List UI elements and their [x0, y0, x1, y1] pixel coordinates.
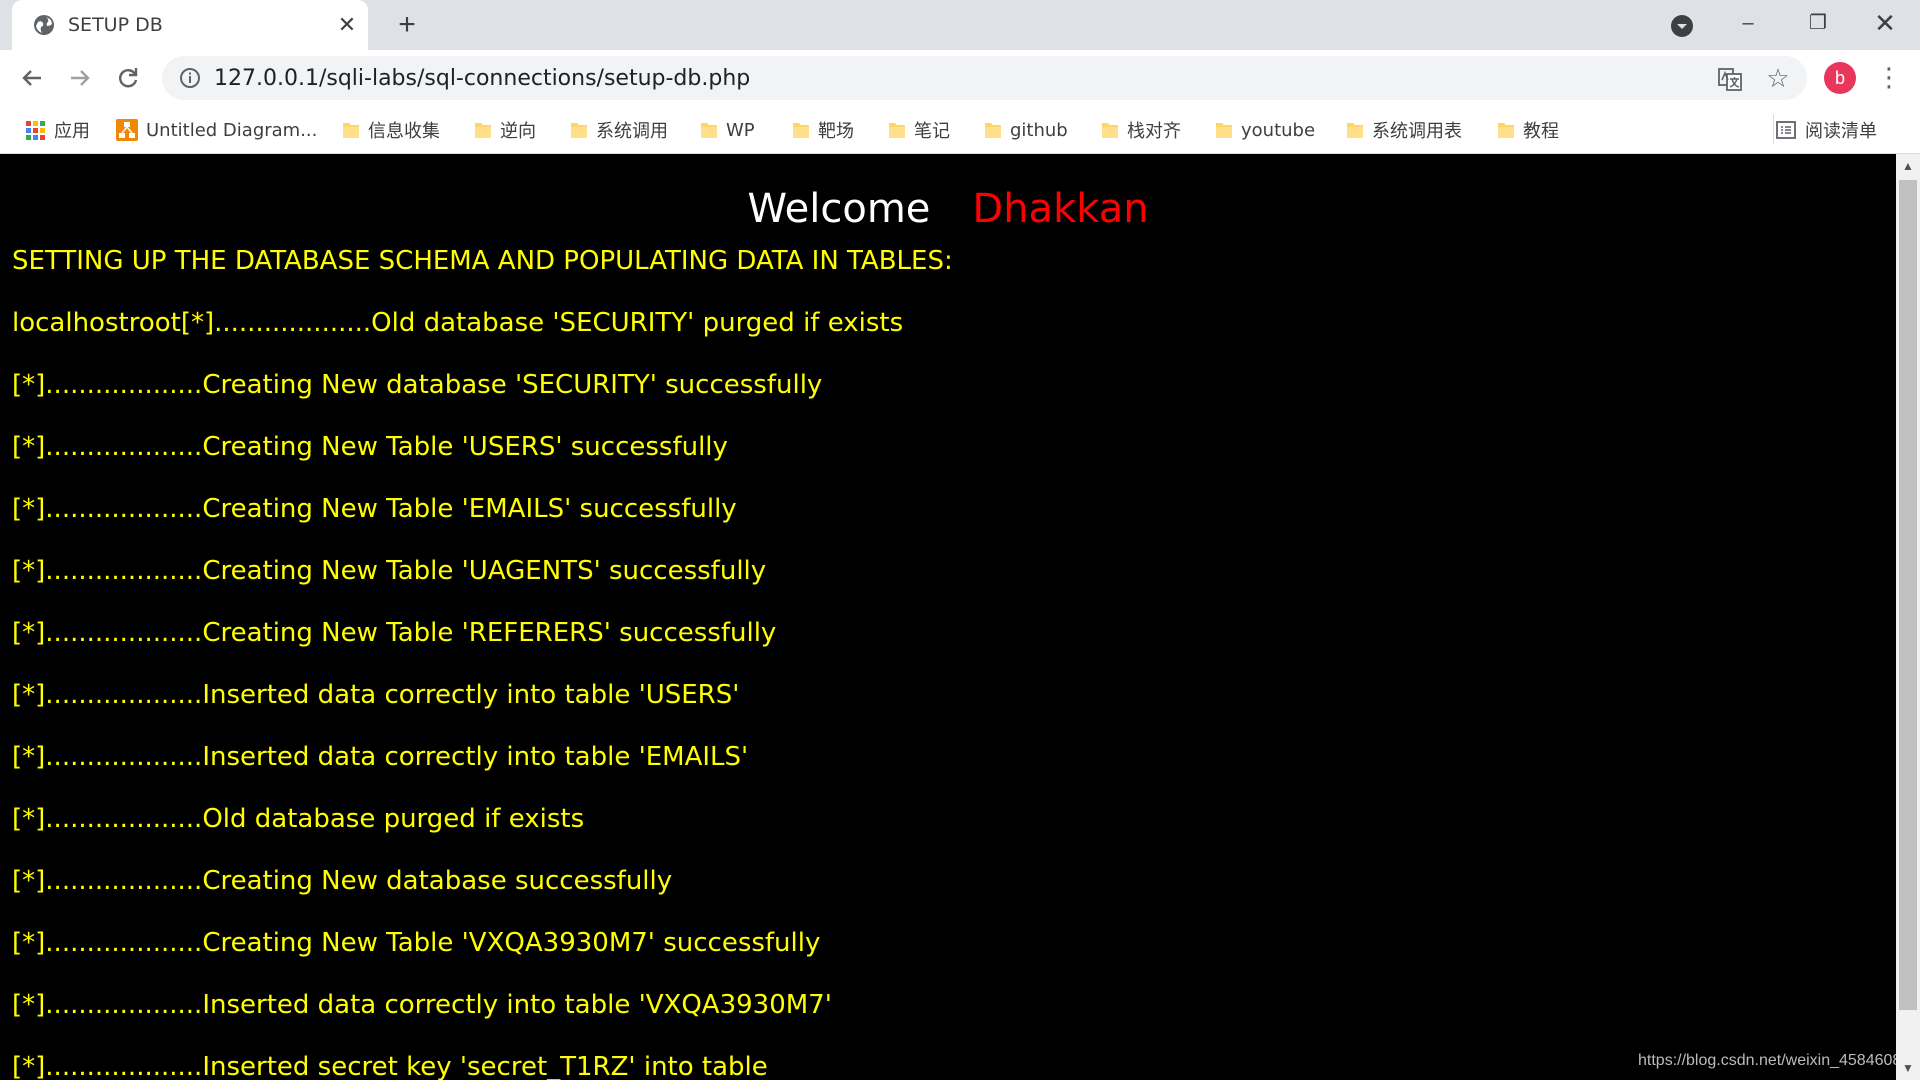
- close-window-button[interactable]: ✕: [1870, 8, 1900, 38]
- page-scrollbar[interactable]: ▲ ▼: [1896, 154, 1920, 1080]
- bookmark-label: 系统调用表: [1372, 121, 1462, 142]
- back-arrow-icon[interactable]: [16, 62, 48, 94]
- reload-icon[interactable]: [112, 62, 144, 94]
- bookmark-item[interactable]: 栈对齐: [1101, 116, 1181, 144]
- bookmark-label: 笔记: [914, 121, 950, 142]
- setup-log: SETTING UP THE DATABASE SCHEMA AND POPUL…: [12, 246, 953, 1080]
- bookmark-item[interactable]: 笔记: [888, 116, 950, 144]
- folder-icon: [1498, 123, 1514, 138]
- bookmark-item[interactable]: 系统调用表: [1346, 116, 1462, 144]
- bookmark-label: 信息收集: [368, 121, 440, 142]
- bookmark-label: 逆向: [500, 121, 536, 142]
- log-line: [*]...................Inserted secret ke…: [12, 1052, 768, 1080]
- bookmark-item[interactable]: youtube: [1215, 116, 1315, 144]
- address-bar[interactable]: 127.0.0.1/sqli-labs/sql-connections/setu…: [162, 56, 1807, 100]
- tab-close-icon[interactable]: ✕: [334, 12, 360, 38]
- tab-search-icon[interactable]: [1670, 14, 1694, 38]
- folder-icon: [1347, 123, 1363, 138]
- url-input[interactable]: 127.0.0.1/sqli-labs/sql-connections/setu…: [214, 66, 750, 91]
- bookmark-label: 系统调用: [596, 121, 668, 142]
- scroll-thumb[interactable]: [1899, 180, 1917, 1010]
- log-line: [*]...................Creating New Table…: [12, 618, 777, 648]
- log-line: [*]...................Inserted data corr…: [12, 680, 740, 710]
- profile-avatar[interactable]: b: [1824, 62, 1856, 94]
- log-line: [*]...................Creating New datab…: [12, 370, 823, 400]
- log-line: [*]...................Old database purge…: [12, 804, 585, 834]
- reading-list-label: 阅读清单: [1805, 121, 1877, 142]
- minimize-button[interactable]: –: [1733, 8, 1763, 38]
- log-line: [*]...................Creating New datab…: [12, 866, 673, 896]
- apps-icon: [24, 119, 46, 141]
- bookmark-label: Untitled Diagram...: [146, 119, 318, 141]
- bookmark-star-icon[interactable]: ☆: [1764, 64, 1792, 92]
- bookmark-item[interactable]: 信息收集: [342, 116, 440, 144]
- bookmark-item[interactable]: github: [984, 116, 1068, 144]
- kebab-menu-icon[interactable]: ⋮: [1876, 62, 1902, 94]
- bookmarks-bar: 应用 Untitled Diagram... 信息收集 逆向 系统调用 WP 靶场 笔记 git…: [0, 106, 1920, 154]
- folder-icon: [701, 123, 717, 138]
- welcome-name: Dhakkan: [972, 186, 1149, 232]
- folder-icon: [793, 123, 809, 138]
- restore-button[interactable]: ❐: [1803, 8, 1833, 38]
- page-content: Welcome Dhakkan SETTING UP THE DATABASE S…: [0, 154, 1896, 1080]
- log-line: [*]...................Creating New Table…: [12, 494, 737, 524]
- bookmark-item[interactable]: WP: [700, 116, 755, 144]
- bookmark-item[interactable]: 逆向: [474, 116, 536, 144]
- reading-list-button[interactable]: 阅读清单: [1775, 116, 1877, 144]
- log-line: [*]...................Creating New Table…: [12, 432, 728, 462]
- welcome-word: Welcome: [747, 186, 931, 232]
- log-line: [*]...................Inserted data corr…: [12, 990, 832, 1020]
- bookmark-label: 靶场: [818, 121, 854, 142]
- log-line: localhostroot[*]...................Old d…: [12, 308, 904, 338]
- site-info-icon[interactable]: [178, 66, 202, 90]
- bookmark-label: WP: [726, 119, 755, 141]
- tab-setup-db[interactable]: SETUP DB ✕: [12, 0, 368, 50]
- forward-arrow-icon[interactable]: [64, 62, 96, 94]
- bookmark-item[interactable]: Untitled Diagram...: [116, 116, 317, 144]
- welcome-heading: Welcome Dhakkan: [0, 186, 1896, 232]
- bookmark-item[interactable]: 应用: [24, 116, 90, 144]
- scroll-down-arrow-icon[interactable]: ▼: [1896, 1056, 1920, 1080]
- toolbar: 127.0.0.1/sqli-labs/sql-connections/setu…: [0, 50, 1920, 106]
- globe-icon: [34, 15, 54, 35]
- new-tab-button[interactable]: +: [392, 10, 422, 40]
- watermark: https://blog.csdn.net/weixin_4584608: [1638, 1052, 1896, 1069]
- log-line: SETTING UP THE DATABASE SCHEMA AND POPUL…: [12, 246, 953, 276]
- log-line: [*]...................Creating New Table…: [12, 928, 821, 958]
- bookmark-label: 应用: [54, 121, 90, 142]
- tab-strip: SETUP DB ✕ + – ❐ ✕: [0, 0, 1920, 50]
- bookmark-item[interactable]: 靶场: [792, 116, 854, 144]
- log-line: [*]...................Creating New Table…: [12, 556, 767, 586]
- tab-title: SETUP DB: [68, 14, 163, 36]
- reading-list-icon: [1776, 121, 1796, 139]
- bookmark-item[interactable]: 教程: [1497, 116, 1559, 144]
- translate-icon[interactable]: [1717, 66, 1743, 92]
- bookmark-label: youtube: [1241, 119, 1316, 141]
- log-line: [*]...................Inserted data corr…: [12, 742, 749, 772]
- scroll-up-arrow-icon[interactable]: ▲: [1896, 154, 1920, 178]
- bookmarks-separator: [1773, 114, 1774, 144]
- bookmark-label: 栈对齐: [1127, 121, 1181, 142]
- bookmark-label: github: [1010, 119, 1068, 141]
- bookmark-label: 教程: [1523, 121, 1559, 142]
- diagram-icon: [116, 119, 138, 141]
- folder-icon: [343, 123, 359, 138]
- browser-chrome: SETUP DB ✕ + – ❐ ✕ 127.0.0.1/sqli-labs/s…: [0, 0, 1920, 154]
- folder-icon: [475, 123, 491, 138]
- folder-icon: [985, 123, 1001, 138]
- bookmark-item[interactable]: 系统调用: [570, 116, 668, 144]
- folder-icon: [1216, 123, 1232, 138]
- folder-icon: [1102, 123, 1118, 138]
- folder-icon: [889, 123, 905, 138]
- folder-icon: [571, 123, 587, 138]
